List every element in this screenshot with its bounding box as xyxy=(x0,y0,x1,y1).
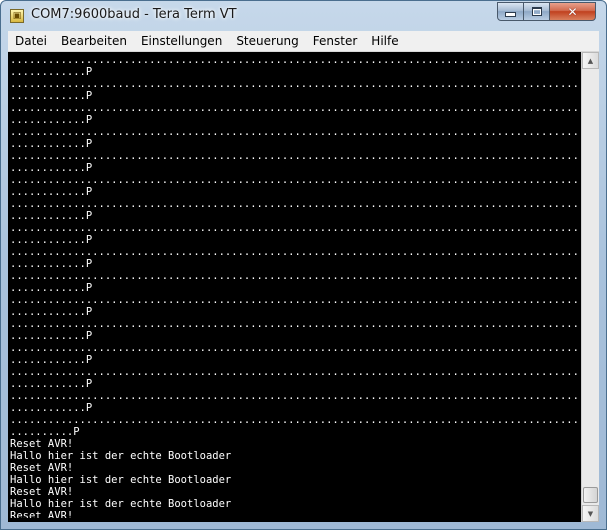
terminal-line: ............P xyxy=(10,90,93,102)
minimize-icon xyxy=(505,12,516,17)
tera-term-app-icon[interactable]: ▣ xyxy=(10,9,24,23)
terminal-line: ........................................… xyxy=(10,102,579,114)
scroll-up-button[interactable]: ▲ xyxy=(582,52,599,69)
terminal-line: ............P xyxy=(10,66,93,78)
terminal-line: ........................................… xyxy=(10,126,579,138)
terminal-line: ............P xyxy=(10,330,93,342)
terminal-line: Reset AVR! xyxy=(10,462,74,474)
minimize-button[interactable] xyxy=(497,2,524,21)
terminal-line: Reset AVR! xyxy=(10,510,74,518)
terminal-line: ............P xyxy=(10,354,93,366)
vertical-scrollbar[interactable]: ▲ ▼ xyxy=(581,52,599,522)
terminal-line: ............P xyxy=(10,186,93,198)
terminal-line: ........................................… xyxy=(10,246,579,258)
terminal-line: ........................................… xyxy=(10,318,579,330)
menu-hilfe[interactable]: Hilfe xyxy=(364,31,405,51)
terminal-line: ............P xyxy=(10,114,93,126)
scroll-down-button[interactable]: ▼ xyxy=(582,505,599,522)
terminal-line: Hallo hier ist der echte Bootloader xyxy=(10,450,232,462)
terminal-line: ............P xyxy=(10,378,93,390)
terminal-line: Reset AVR! xyxy=(10,486,74,498)
terminal-line: Hallo hier ist der echte Bootloader xyxy=(10,498,232,510)
terminal-line: ........................................… xyxy=(10,366,579,378)
menu-steuerung[interactable]: Steuerung xyxy=(229,31,305,51)
menu-fenster[interactable]: Fenster xyxy=(306,31,365,51)
terminal-line: ............P xyxy=(10,234,93,246)
tera-term-window: ▣ COM7:9600baud - Tera Term VT ✕ Datei B… xyxy=(0,0,607,530)
terminal-line: ........................................… xyxy=(10,342,579,354)
terminal-line: ............P xyxy=(10,138,93,150)
menu-datei[interactable]: Datei xyxy=(8,31,54,51)
close-icon: ✕ xyxy=(567,4,578,19)
menu-einstellungen[interactable]: Einstellungen xyxy=(134,31,229,51)
terminal-line: ............P xyxy=(10,306,93,318)
menu-bearbeiten[interactable]: Bearbeiten xyxy=(54,31,134,51)
window-title: COM7:9600baud - Tera Term VT xyxy=(31,7,237,22)
terminal-line: ............P xyxy=(10,282,93,294)
terminal-line: ........................................… xyxy=(10,270,579,282)
terminal-line: ............P xyxy=(10,402,93,414)
terminal-line: ........................................… xyxy=(10,198,579,210)
maximize-button[interactable] xyxy=(523,2,550,21)
terminal-line: ............P xyxy=(10,258,93,270)
terminal-line: ........................................… xyxy=(10,294,579,306)
terminal-line: ........................................… xyxy=(10,150,579,162)
title-bar[interactable]: ▣ COM7:9600baud - Tera Term VT ✕ xyxy=(1,1,606,31)
terminal-line: ........................................… xyxy=(10,78,579,90)
terminal-output[interactable]: ........................................… xyxy=(10,54,580,518)
terminal-line: ............P xyxy=(10,210,93,222)
terminal-line: ............P xyxy=(10,162,93,174)
terminal-line: ........................................… xyxy=(10,414,579,426)
close-button[interactable]: ✕ xyxy=(549,2,596,21)
terminal-line: ..........P xyxy=(10,426,80,438)
terminal-line: ........................................… xyxy=(10,222,579,234)
menu-bar: Datei Bearbeiten Einstellungen Steuerung… xyxy=(8,31,599,52)
terminal-area[interactable]: ........................................… xyxy=(8,52,599,522)
scrollbar-thumb[interactable] xyxy=(583,487,598,503)
terminal-line: ........................................… xyxy=(10,54,579,66)
terminal-line: Hallo hier ist der echte Bootloader xyxy=(10,474,232,486)
maximize-icon xyxy=(531,7,542,16)
arrow-up-icon: ▲ xyxy=(587,56,594,65)
terminal-line: ........................................… xyxy=(10,390,579,402)
arrow-down-icon: ▼ xyxy=(587,509,594,518)
terminal-line: Reset AVR! xyxy=(10,438,74,450)
terminal-line: ........................................… xyxy=(10,174,579,186)
